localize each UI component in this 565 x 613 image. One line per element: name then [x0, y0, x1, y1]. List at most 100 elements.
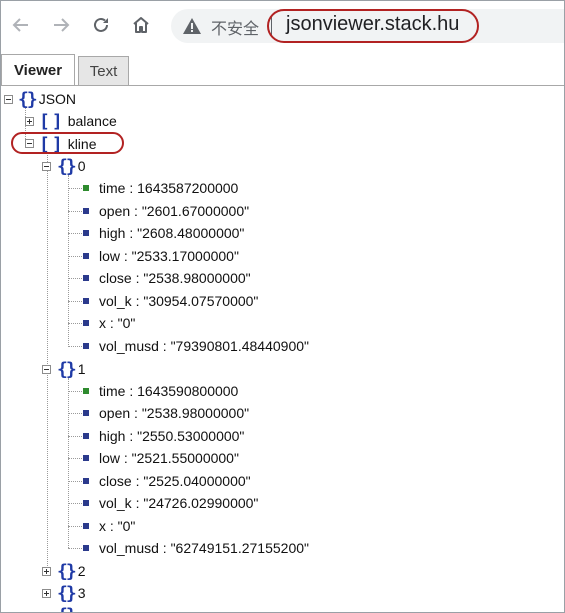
tree-leaf[interactable]: high : "2550.53000000": [83, 425, 244, 447]
tree-leaf[interactable]: close : "2525.04000000": [83, 470, 251, 492]
tree-node-item-2[interactable]: {} 2: [57, 560, 85, 582]
leaf-text: time : 1643587200000: [99, 180, 239, 196]
node-label: 2: [77, 563, 86, 579]
tree-connector: [68, 503, 82, 505]
tree-node-root[interactable]: {} JSON: [18, 88, 76, 110]
leaf-text: vol_k : "30954.07570000": [99, 293, 259, 309]
tree-leaf[interactable]: open : "2601.67000000": [83, 200, 249, 222]
tree-connector: [68, 233, 82, 235]
string-value-icon: [83, 275, 89, 281]
tree-leaf[interactable]: close : "2538.98000000": [83, 267, 251, 289]
string-value-icon: [83, 500, 89, 506]
tree-leaf[interactable]: vol_k : "24726.02990000": [83, 492, 258, 514]
leaf-text: x : "0": [99, 315, 136, 331]
string-value-icon: [83, 208, 89, 214]
tree-node-item-0[interactable]: {} 0: [57, 155, 85, 177]
tree-connector: [68, 378, 70, 548]
tree-connector: [68, 323, 82, 325]
leaf-text: open : "2601.67000000": [99, 203, 250, 219]
tree-leaf[interactable]: open : "2538.98000000": [83, 402, 249, 424]
string-value-icon: [83, 478, 89, 484]
object-icon: {}: [18, 88, 38, 110]
security-status-label[interactable]: 不安全: [211, 15, 259, 39]
string-value-icon: [83, 433, 89, 439]
object-icon: {}: [57, 582, 77, 604]
tree-leaf[interactable]: time : 1643587200000: [83, 177, 238, 199]
tree-leaf[interactable]: vol_musd : "79390801.48440900": [83, 335, 309, 357]
arrow-left-icon: [12, 18, 28, 32]
tree-leaf[interactable]: low : "2533.17000000": [83, 245, 239, 267]
tree-connector: [68, 175, 70, 345]
expand-toggle-item-2[interactable]: [42, 567, 51, 576]
node-label: JSON: [38, 91, 77, 107]
node-label: 3: [77, 585, 86, 601]
number-value-icon: [83, 388, 89, 394]
object-icon: {}: [57, 358, 77, 380]
object-icon: {}: [57, 605, 77, 613]
url-highlight-annotation: [267, 9, 479, 43]
home-button[interactable]: [129, 13, 153, 37]
leaf-text: time : 1643590800000: [99, 383, 239, 399]
leaf-text: vol_musd : "62749151.27155200": [99, 540, 309, 556]
string-value-icon: [83, 253, 89, 259]
browser-window: 不安全 jsonviewer.stack.hu Viewer Text {} J…: [0, 0, 565, 613]
collapse-toggle-root[interactable]: [4, 95, 13, 104]
tree-connector: [68, 278, 82, 280]
tree-node-item-1[interactable]: {} 1: [57, 358, 85, 380]
tab-viewer[interactable]: Viewer: [1, 54, 75, 86]
tree-connector: [68, 413, 82, 415]
tree-node-item-3[interactable]: {} 3: [57, 582, 85, 604]
tree-connector: [68, 526, 82, 528]
tree-leaf[interactable]: vol_k : "30954.07570000": [83, 290, 258, 312]
leaf-text: low : "2521.55000000": [99, 450, 239, 466]
tree-connector: [68, 436, 82, 438]
reload-button[interactable]: [89, 13, 113, 37]
array-icon: []: [39, 110, 65, 132]
tree-leaf[interactable]: time : 1643590800000: [83, 380, 238, 402]
node-label: balance: [67, 113, 117, 129]
string-value-icon: [83, 343, 89, 349]
expand-toggle-item-3[interactable]: [42, 589, 51, 598]
string-value-icon: [83, 320, 89, 326]
home-icon: [133, 17, 149, 33]
json-tree: {} JSON [] balance [] kline {} 0 time : …: [1, 86, 564, 612]
tree-leaf[interactable]: x : "0": [83, 312, 135, 334]
string-value-icon: [83, 545, 89, 551]
tree-connector: [68, 481, 82, 483]
tree-connector: [47, 152, 49, 570]
node-label: 0: [77, 158, 86, 174]
browser-toolbar: 不安全 jsonviewer.stack.hu: [1, 1, 564, 51]
leaf-text: vol_musd : "79390801.48440900": [99, 338, 309, 354]
tree-leaf[interactable]: low : "2521.55000000": [83, 447, 239, 469]
tree-connector: [68, 211, 82, 213]
object-icon: {}: [57, 560, 77, 582]
leaf-text: high : "2550.53000000": [99, 428, 245, 444]
tree-connector: [68, 301, 82, 303]
kline-highlight-annotation: [11, 132, 124, 154]
object-icon: {}: [57, 155, 77, 177]
back-button[interactable]: [9, 13, 33, 37]
tree-leaf[interactable]: vol_musd : "62749151.27155200": [83, 537, 309, 559]
forward-button[interactable]: [49, 13, 73, 37]
warning-triangle-icon[interactable]: [182, 16, 202, 36]
number-value-icon: [83, 185, 89, 191]
leaf-text: close : "2525.04000000": [99, 473, 251, 489]
tree-connector: [68, 548, 82, 550]
collapse-toggle-item-1[interactable]: [42, 365, 51, 374]
string-value-icon: [83, 230, 89, 236]
leaf-text: x : "0": [99, 518, 136, 534]
leaf-text: open : "2538.98000000": [99, 405, 250, 421]
tree-leaf[interactable]: x : "0": [83, 515, 135, 537]
tab-text[interactable]: Text: [78, 56, 129, 85]
expand-toggle-balance[interactable]: [25, 117, 34, 126]
arrow-right-icon: [54, 18, 70, 32]
string-value-icon: [83, 410, 89, 416]
string-value-icon: [83, 298, 89, 304]
string-value-icon: [83, 523, 89, 529]
collapse-toggle-item-0[interactable]: [42, 162, 51, 171]
tree-connector: [68, 391, 82, 393]
node-label: 1: [77, 361, 86, 377]
tree-node-balance[interactable]: [] balance: [39, 110, 117, 132]
tree-leaf[interactable]: high : "2608.48000000": [83, 222, 244, 244]
reload-icon: [94, 17, 108, 32]
